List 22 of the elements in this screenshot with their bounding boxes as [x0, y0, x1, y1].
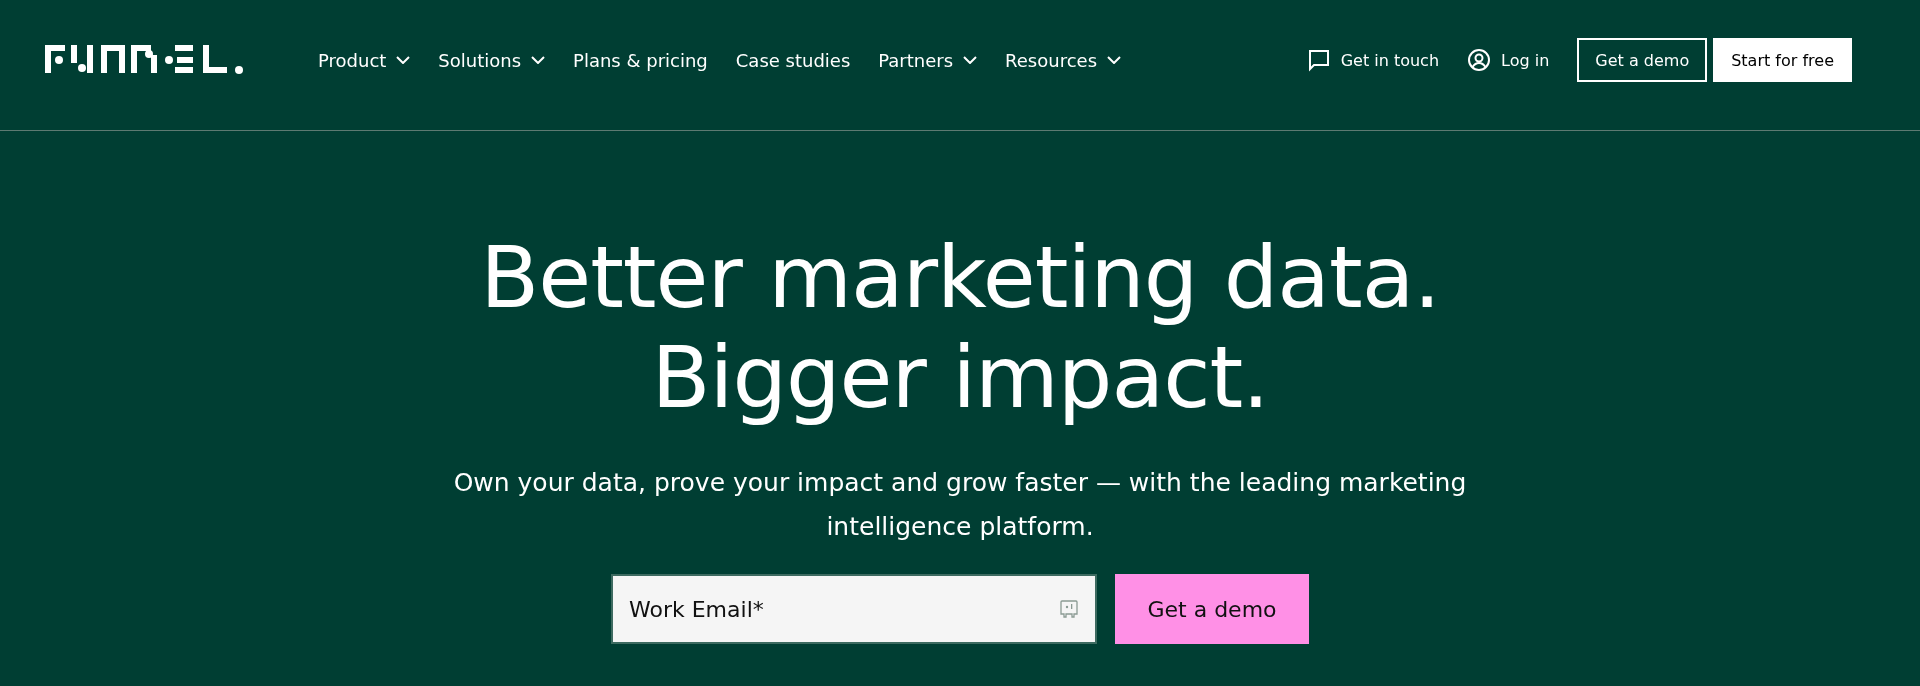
get-demo-button[interactable]: Get a demo — [1115, 574, 1309, 644]
chevron-down-icon — [1107, 56, 1121, 64]
chat-icon — [1306, 48, 1331, 72]
login-link[interactable]: Log in — [1467, 48, 1550, 72]
nav-link[interactable]: Case studies — [735, 49, 851, 71]
nav-link[interactable]: Solutions — [438, 49, 546, 71]
chevron-down-icon — [531, 56, 546, 64]
chevron-down-icon — [396, 56, 411, 64]
nav-link[interactable]: Product — [318, 49, 411, 71]
nav-link[interactable]: Resources — [1005, 49, 1121, 71]
email-field[interactable]: Work Email* — [611, 574, 1097, 644]
nav-link[interactable]: Plans & pricing — [573, 49, 708, 71]
user-icon — [1467, 48, 1492, 72]
headline: Bigger impact. — [650, 327, 1270, 427]
headline: Better marketing data. — [480, 227, 1440, 327]
contact-link[interactable]: Get in touch — [1306, 48, 1440, 72]
chevron-down-icon — [963, 56, 978, 64]
autofill-icon — [1059, 599, 1079, 619]
nav-link[interactable]: Partners — [878, 49, 978, 71]
start-button[interactable]: Start for free — [1713, 38, 1852, 82]
demo-button[interactable]: Get a demo — [1577, 38, 1708, 82]
hero-subtitle: Own your data, prove your impact and grow faster — with the leading marketing intelligence platform. — [452, 467, 1468, 543]
